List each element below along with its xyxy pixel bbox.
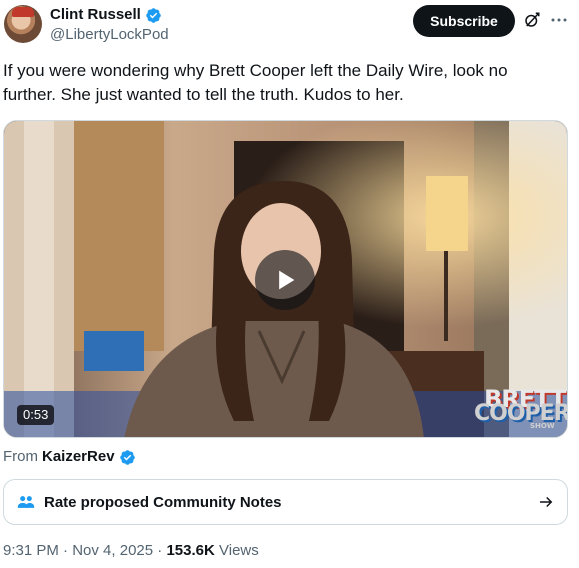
source-prefix: From bbox=[3, 448, 38, 465]
media-source: From KaizerRev bbox=[3, 447, 136, 467]
tweet-text: If you were wondering why Brett Cooper l… bbox=[3, 61, 508, 104]
community-notes-label: Rate proposed Community Notes bbox=[44, 493, 282, 511]
people-icon bbox=[17, 496, 35, 508]
views-count: 153.6K bbox=[166, 542, 215, 559]
play-icon bbox=[279, 270, 295, 290]
grok-icon[interactable] bbox=[523, 11, 541, 29]
author-name-row[interactable]: Clint Russell bbox=[50, 6, 162, 24]
tweet-time[interactable]: 9:31 PM bbox=[3, 542, 59, 559]
tweet-header: Clint Russell @LibertyLockPod Subscribe bbox=[0, 0, 579, 52]
verified-badge-icon bbox=[119, 449, 135, 465]
video-player[interactable]: 0:53 BRETT COOPER SHOW bbox=[3, 120, 568, 438]
avatar[interactable] bbox=[4, 5, 42, 43]
author-handle[interactable]: @LibertyLockPod bbox=[50, 26, 169, 44]
show-logo: BRETT COOPER SHOW bbox=[470, 381, 567, 431]
show-logo-line3: SHOW bbox=[530, 422, 555, 430]
community-notes-button[interactable]: Rate proposed Community Notes bbox=[3, 479, 568, 525]
tweet-date[interactable]: Nov 4, 2025 bbox=[72, 542, 153, 559]
tweet-metadata: 9:31 PM · Nov 4, 2025 · 153.6K Views bbox=[3, 541, 259, 561]
source-name[interactable]: KaizerRev bbox=[42, 447, 115, 467]
more-options-icon[interactable] bbox=[550, 11, 568, 29]
verified-badge-icon bbox=[146, 7, 161, 23]
views-label: Views bbox=[219, 542, 259, 559]
video-duration: 0:53 bbox=[17, 405, 55, 425]
meta-separator: · bbox=[63, 542, 69, 559]
subscribe-button[interactable]: Subscribe bbox=[413, 5, 515, 37]
author-display-name[interactable]: Clint Russell bbox=[50, 6, 141, 24]
meta-separator: · bbox=[157, 542, 163, 559]
arrow-right-icon bbox=[540, 496, 553, 508]
play-button[interactable] bbox=[255, 250, 315, 310]
